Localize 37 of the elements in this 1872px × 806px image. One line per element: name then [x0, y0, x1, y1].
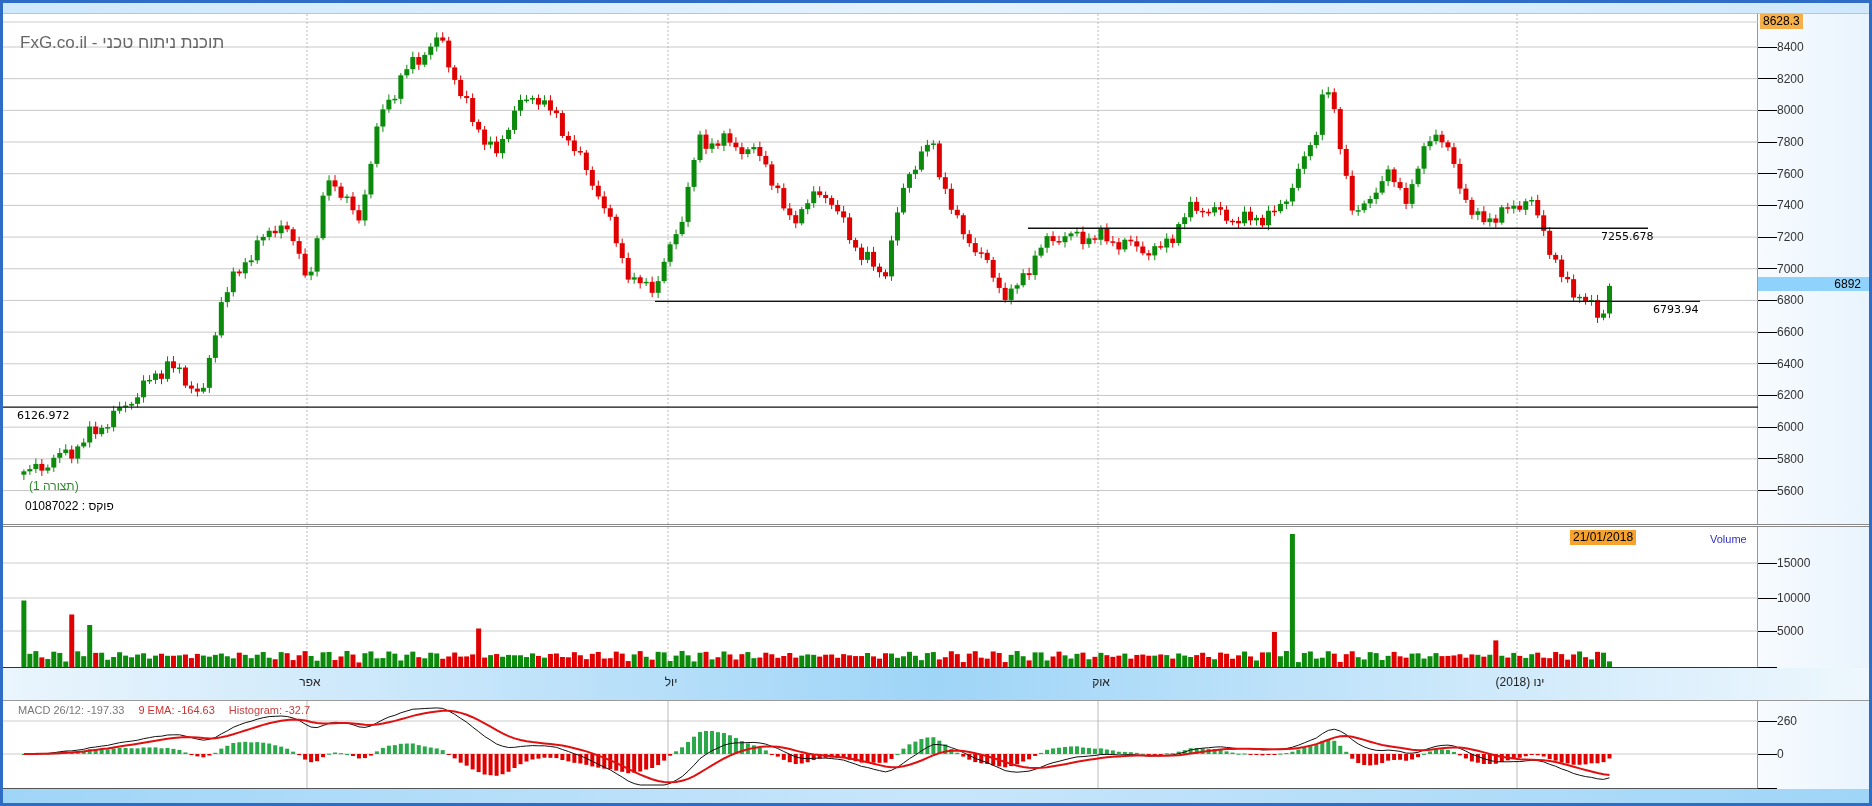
price-tick-label: 6000	[1777, 421, 1804, 434]
price-tick-label: 6800	[1777, 294, 1804, 307]
month-label: יול	[664, 676, 678, 688]
volume-tick-label: 15000	[1777, 557, 1811, 569]
chart-title: FxG.co.il - תוכנת ניתוח טכני	[20, 32, 225, 54]
macd-tick-label: 260	[1777, 715, 1798, 727]
price-tick-label: 7400	[1777, 199, 1804, 212]
date-badge: 21/01/2018	[1570, 530, 1637, 545]
level-value: 6793.94	[1653, 304, 1699, 316]
price-tick-label: 6200	[1777, 389, 1804, 402]
price-tick-label: 6400	[1777, 357, 1804, 370]
symbol-label: פוקס : 01087022	[25, 500, 114, 512]
price-tick-label: 6600	[1777, 326, 1804, 339]
month-label: אוק	[1092, 676, 1110, 688]
price-tick-label: 7600	[1777, 167, 1804, 180]
macd-tick-label: 0	[1777, 748, 1784, 760]
price-tick-label: 8200	[1777, 72, 1804, 85]
price-tick-label: 8000	[1777, 104, 1804, 117]
layout-label: (תצורה 1)	[29, 480, 79, 492]
price-tick-label: 5800	[1777, 452, 1804, 465]
last-price-badge: 6892	[1758, 276, 1869, 291]
price-tick-label: 5600	[1777, 484, 1804, 497]
month-label: ינו (2018)	[1495, 676, 1545, 688]
ema-value: 9 EMA: -164.63	[138, 705, 215, 716]
level-value: 7255.678	[1601, 231, 1654, 243]
macd-value: MACD 26/12: -197.33	[18, 705, 125, 716]
volume-title: Volume	[1710, 532, 1747, 547]
month-label: אפר	[299, 676, 321, 688]
high-price-badge: 8628.3	[1760, 14, 1803, 29]
price-tick-label: 7000	[1777, 262, 1804, 275]
volume-tick-label: 10000	[1777, 592, 1811, 604]
level-value: 6126.972	[17, 410, 70, 422]
price-tick-label: 8400	[1777, 41, 1804, 53]
volume-tick-label: 5000	[1777, 625, 1804, 637]
price-tick-label: 7200	[1777, 231, 1804, 244]
histogram-value: Histogram: -32.7	[228, 705, 311, 716]
price-tick-label: 7800	[1777, 136, 1804, 149]
